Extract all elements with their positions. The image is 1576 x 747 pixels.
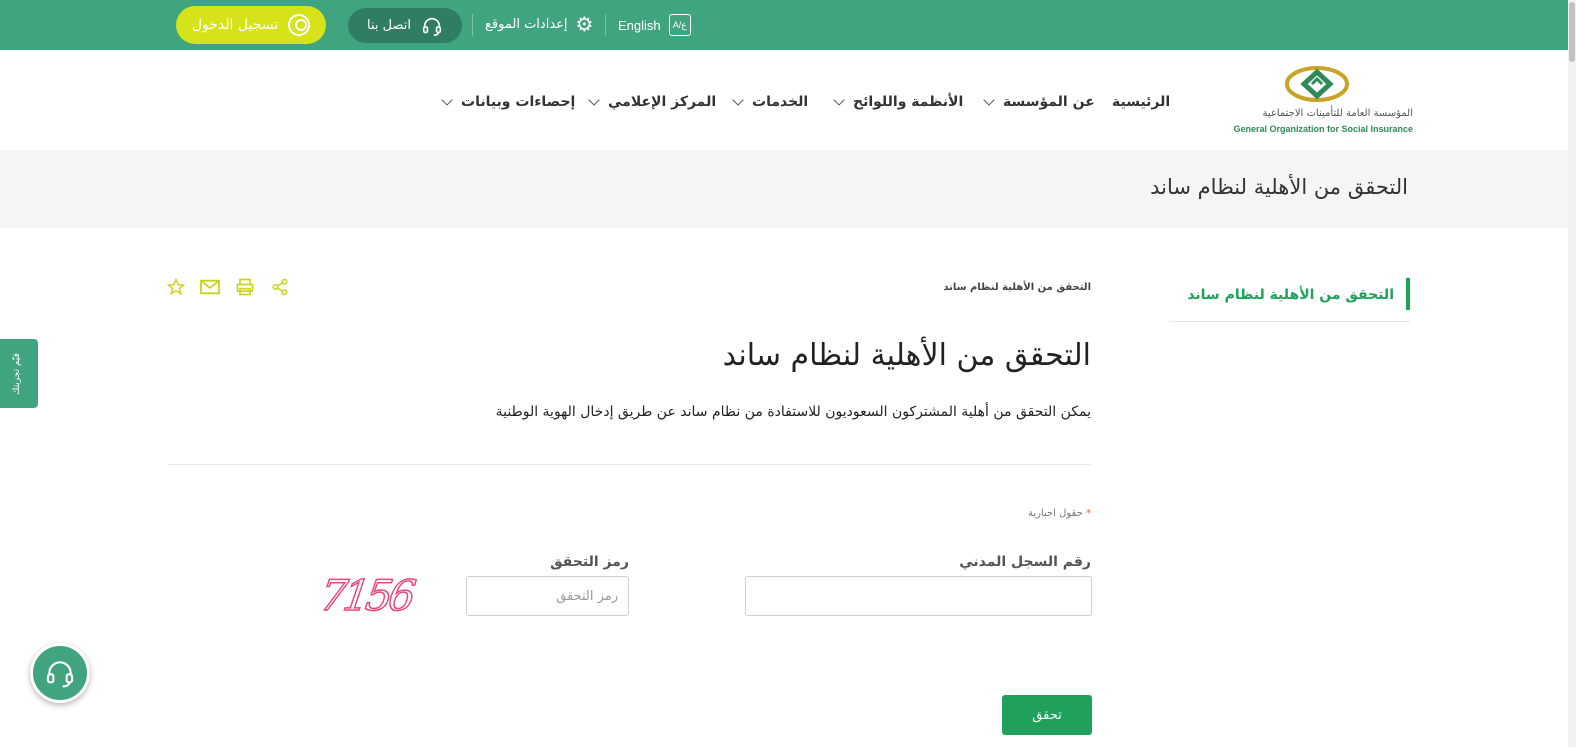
captcha-label: رمز التحقق xyxy=(550,554,629,570)
active-indicator xyxy=(1406,278,1410,310)
page-title: التحقق من الأهلية لنظام ساند xyxy=(1150,175,1408,199)
gear-icon: ⚙ xyxy=(575,12,594,36)
mail-icon[interactable] xyxy=(199,276,221,298)
nav-media-center-label: المركز الإعلامي xyxy=(608,94,717,110)
main-header: المؤسسة العامة للتأمينات الاجتماعية Gene… xyxy=(0,50,1568,150)
login-button[interactable]: تسجيل الدخول xyxy=(176,6,326,44)
gosi-logo-mark xyxy=(1285,66,1349,102)
civil-id-label: رقم السجل المدني xyxy=(959,554,1091,570)
nav-statistics-label: إحصاءات وبيانات xyxy=(461,94,576,110)
nav-regulations-label: الأنظمة واللوائح xyxy=(853,94,964,110)
required-fields-note: * حقول اجبارية xyxy=(1028,508,1091,519)
chevron-down-icon xyxy=(833,94,845,106)
content-divider xyxy=(168,464,1091,465)
divider xyxy=(605,14,606,36)
chevron-down-icon xyxy=(983,94,995,106)
nav-services-label: الخدمات xyxy=(752,94,809,110)
description-text: يمكن التحقق من أهلية المشتركون السعوديون… xyxy=(495,404,1091,420)
feedback-label: قيّم تجربتك xyxy=(12,353,22,395)
nav-about[interactable]: عن المؤسسة xyxy=(983,94,1095,110)
verify-button[interactable]: تحقق xyxy=(1002,695,1092,735)
headset-icon xyxy=(46,661,74,688)
print-icon[interactable] xyxy=(234,276,256,298)
share-icon[interactable] xyxy=(269,276,291,298)
nav-regulations[interactable]: الأنظمة واللوائح xyxy=(833,94,964,110)
star-icon[interactable] xyxy=(165,276,187,298)
contact-label: اتصل بنا xyxy=(367,18,411,33)
feedback-tab[interactable]: قيّم تجربتك xyxy=(0,339,38,408)
language-switch[interactable]: English A/ع xyxy=(618,14,691,36)
chevron-down-icon xyxy=(588,94,600,106)
site-settings-label: إعدادات الموقع xyxy=(485,16,568,32)
captcha-image: 7156 xyxy=(320,572,419,620)
captcha-text: 7156 xyxy=(320,572,418,620)
nav-home-label: الرئيسية xyxy=(1112,94,1171,110)
chevron-down-icon xyxy=(441,94,453,106)
nav-services[interactable]: الخدمات xyxy=(732,94,809,110)
required-note-label: حقول اجبارية xyxy=(1027,508,1083,519)
language-icon: A/ع xyxy=(668,14,691,36)
nav-media-center[interactable]: المركز الإعلامي xyxy=(588,94,717,110)
captcha-input[interactable] xyxy=(466,576,629,616)
breadcrumb: التحقق من الأهلية لنظام ساند xyxy=(943,282,1091,293)
nav-home[interactable]: الرئيسية xyxy=(1112,94,1170,110)
divider xyxy=(472,14,473,36)
top-bar: تسجيل الدخول اتصل بنا إعدادات الموقع ⚙ E… xyxy=(0,0,1568,50)
login-label: تسجيل الدخول xyxy=(191,17,279,33)
support-chat-button[interactable] xyxy=(30,643,90,703)
language-label: English xyxy=(618,17,661,33)
nav-about-label: عن المؤسسة xyxy=(1003,94,1095,110)
nav-statistics[interactable]: إحصاءات وبيانات xyxy=(441,94,576,110)
scrollbar[interactable] xyxy=(1568,0,1576,747)
headset-icon xyxy=(422,17,442,36)
site-settings-link[interactable]: إعدادات الموقع ⚙ xyxy=(485,14,593,34)
main-heading: التحقق من الأهلية لنظام ساند xyxy=(722,338,1091,373)
civil-id-input[interactable] xyxy=(745,576,1092,616)
contact-button[interactable]: اتصل بنا xyxy=(348,8,462,43)
sidebar-item-label: التحقق من الأهلية لنظام ساند xyxy=(1187,287,1394,303)
required-mark: * xyxy=(1086,508,1091,519)
sidebar-item-sanid-eligibility[interactable]: التحقق من الأهلية لنظام ساند xyxy=(1170,278,1410,322)
logo-arabic-text: المؤسسة العامة للتأمينات الاجتماعية xyxy=(1262,108,1413,119)
chevron-down-icon xyxy=(732,94,744,106)
logo-english-text: General Organization for Social Insuranc… xyxy=(1233,124,1413,134)
user-icon xyxy=(288,14,311,36)
logo[interactable]: المؤسسة العامة للتأمينات الاجتماعية Gene… xyxy=(1220,64,1415,140)
